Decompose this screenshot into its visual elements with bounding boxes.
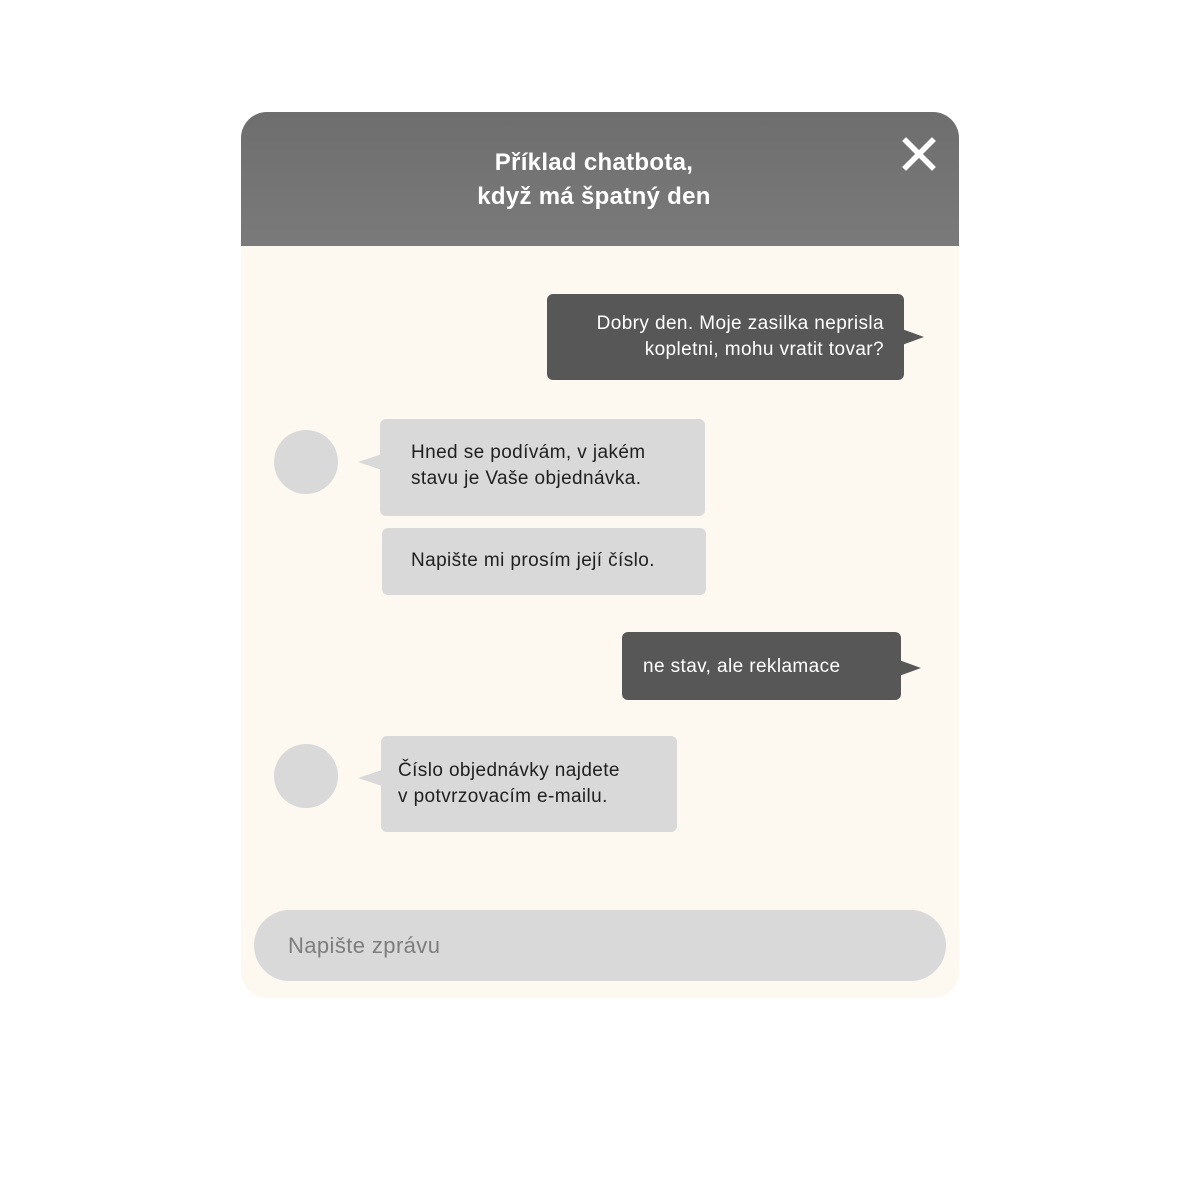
user-message: ne stav, ale reklamace <box>622 632 901 700</box>
message-line: Hned se podívám, v jakém <box>411 442 646 463</box>
bot-bubble-tail <box>358 454 382 470</box>
message-line: Číslo objednávky najdete <box>398 760 620 781</box>
bot-message: Napište mi prosím její číslo. <box>382 528 706 595</box>
chat-title-line-1: Příklad chatbota, <box>494 149 694 176</box>
message-line: kopletni, mohu vratit tovar? <box>644 339 884 360</box>
message-line: ne stav, ale reklamace <box>643 656 841 677</box>
user-bubble-tail <box>899 660 921 676</box>
close-button[interactable] <box>899 134 939 174</box>
user-bubble-tail <box>902 329 924 345</box>
message-line: Napište mi prosím její číslo. <box>411 550 655 571</box>
chat-header: Příklad chatbota, když má špatný den <box>241 112 959 246</box>
bot-message: Číslo objednávky najdete v potvrzovacím … <box>381 736 677 832</box>
message-line: stavu je Vaše objednávka. <box>411 468 642 489</box>
message-line: Dobry den. Moje zasilka neprisla <box>596 313 884 334</box>
bot-message: Hned se podívám, v jakém stavu je Vaše o… <box>380 419 705 516</box>
chat-title-line-2: když má špatný den <box>477 183 711 210</box>
bot-avatar <box>274 744 338 808</box>
close-icon <box>902 137 936 171</box>
chat-widget: Příklad chatbota, když má špatný den Dob… <box>241 112 959 998</box>
bot-avatar <box>274 430 338 494</box>
message-input[interactable] <box>288 910 908 981</box>
message-line: v potvrzovacím e-mailu. <box>398 786 608 807</box>
user-message: Dobry den. Moje zasilka neprisla kopletn… <box>547 294 904 380</box>
chat-title: Příklad chatbota, když má špatný den <box>241 146 947 214</box>
message-input-bar[interactable] <box>254 910 946 981</box>
bot-bubble-tail <box>358 770 382 786</box>
